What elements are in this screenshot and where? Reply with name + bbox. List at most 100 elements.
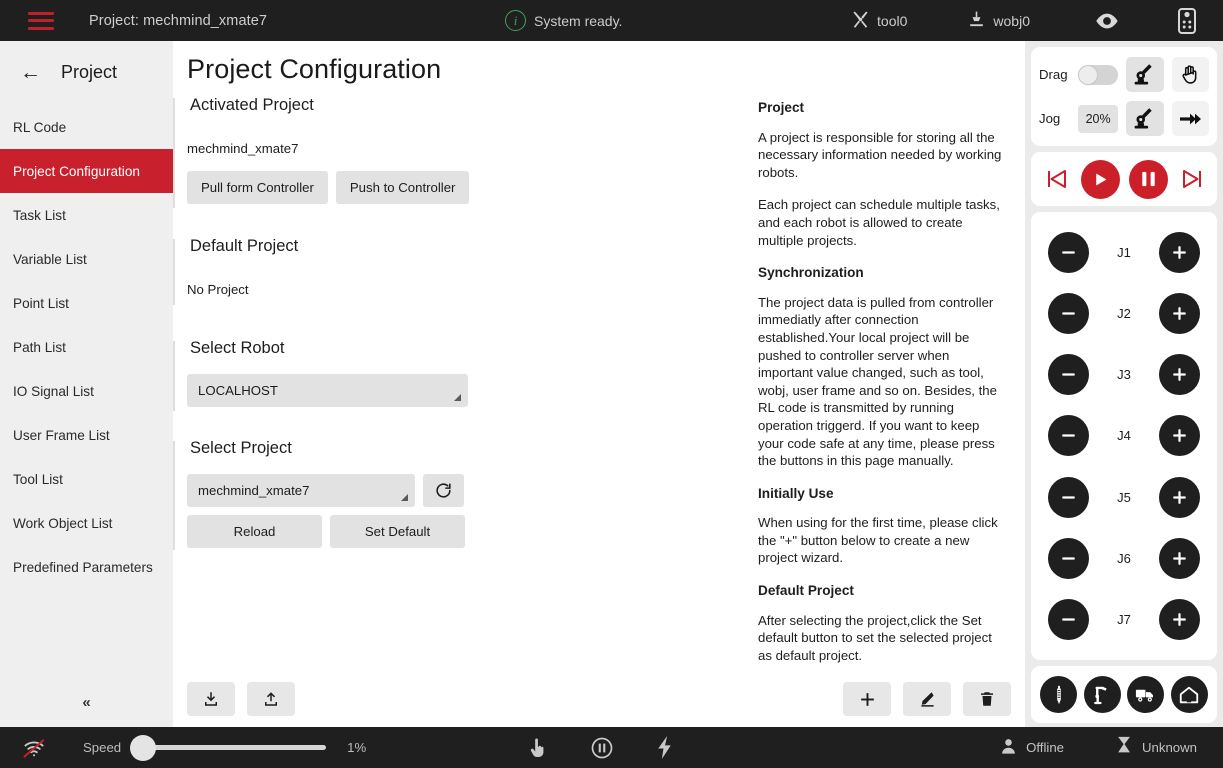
sidebar-item-variable-list[interactable]: Variable List <box>0 237 173 281</box>
teach-pendant-icon[interactable] <box>1178 7 1196 34</box>
footer-left-actions <box>187 682 295 716</box>
app-root: Project: mechmind_xmate7 i System ready.… <box>0 0 1223 768</box>
lightning-power-icon[interactable] <box>656 735 673 760</box>
sidebar-item-label: Project Configuration <box>13 163 140 179</box>
joint-j1-minus-button[interactable] <box>1048 232 1089 274</box>
hamburger-menu-icon[interactable] <box>28 11 54 30</box>
info-circle-icon: i <box>505 10 526 31</box>
arrow-left-icon[interactable]: ← <box>20 62 41 83</box>
joint-j4-plus-button[interactable] <box>1159 415 1200 457</box>
jog-row: Jog 20% <box>1039 101 1209 136</box>
sidebar-item-path-list[interactable]: Path List <box>0 325 173 369</box>
truck-transport-icon[interactable] <box>1127 676 1165 713</box>
pull-from-controller-button[interactable]: Pull form Controller <box>187 171 328 204</box>
joint-j4-minus-button[interactable] <box>1048 415 1089 457</box>
set-default-button[interactable]: Set Default <box>330 515 465 548</box>
sidebar-item-predefined-parameters[interactable]: Predefined Parameters <box>0 545 173 589</box>
eye-icon[interactable] <box>1094 11 1120 31</box>
help-paragraph: After selecting the project,click the Se… <box>758 612 992 663</box>
user-status[interactable]: Offline <box>1000 737 1064 758</box>
footer-right-actions <box>843 682 1011 716</box>
help-section-default-project: Default Project After selecting the proj… <box>758 582 1006 664</box>
pause-icon[interactable] <box>1128 159 1168 199</box>
joint-j3-minus-button[interactable] <box>1048 354 1089 396</box>
skip-previous-icon[interactable] <box>1044 165 1072 193</box>
robot-status-icon <box>1116 736 1133 759</box>
sidebar-item-work-object-list[interactable]: Work Object List <box>0 501 173 545</box>
joint-j5-minus-button[interactable] <box>1048 476 1089 518</box>
pause-circle-icon[interactable] <box>590 736 614 760</box>
speed-slider[interactable] <box>130 734 327 761</box>
sidebar-item-rl-code[interactable]: RL Code <box>0 105 173 149</box>
select-project-value: mechmind_xmate7 <box>198 483 310 498</box>
drag-jog-card: Drag Jog 20% <box>1031 47 1217 146</box>
skip-next-icon[interactable] <box>1177 165 1205 193</box>
speed-label: Speed <box>83 740 122 755</box>
speed-slider-thumb[interactable] <box>130 734 157 761</box>
default-project-title: Default Project <box>190 237 299 255</box>
sidebar-item-project-configuration[interactable]: Project Configuration <box>0 149 173 193</box>
select-project-dropdown[interactable]: mechmind_xmate7 <box>187 474 415 507</box>
joint-j6-minus-button[interactable] <box>1048 537 1089 579</box>
tool-wrench-icon <box>851 10 870 32</box>
reload-button[interactable]: Reload <box>187 515 322 548</box>
joint-j1-plus-button[interactable] <box>1159 232 1200 274</box>
default-project-group: Default Project No Project <box>173 237 643 307</box>
joint-j7-minus-button[interactable] <box>1048 598 1089 640</box>
play-icon[interactable] <box>1080 159 1120 199</box>
sidebar-item-user-frame-list[interactable]: User Frame List <box>0 413 173 457</box>
plus-icon[interactable] <box>843 682 891 716</box>
body-row: ← Project RL Code Project Configuration … <box>0 41 1223 727</box>
sidebar-item-task-list[interactable]: Task List <box>0 193 173 237</box>
joint-j3-plus-button[interactable] <box>1159 354 1200 396</box>
select-robot-dropdown[interactable]: LOCALHOST <box>187 374 468 407</box>
wifi-off-icon[interactable] <box>22 737 47 759</box>
sidebar-item-io-signal-list[interactable]: IO Signal List <box>0 369 173 413</box>
pencil-edit-icon[interactable] <box>903 682 951 716</box>
jog-percent-value[interactable]: 20% <box>1078 104 1119 133</box>
refresh-icon[interactable] <box>423 474 464 507</box>
sidebar-item-label: RL Code <box>13 119 67 135</box>
joint-j2-plus-button[interactable] <box>1159 293 1200 335</box>
tool-pen-icon[interactable] <box>1040 676 1078 713</box>
fast-forward-arrow-icon[interactable] <box>1171 101 1209 136</box>
drag-toggle[interactable] <box>1078 64 1119 85</box>
tool-selector[interactable]: tool0 <box>851 10 907 32</box>
joint-j7-plus-button[interactable] <box>1159 598 1200 640</box>
help-paragraph: When using for the first time, please cl… <box>758 515 998 566</box>
robot-arm-icon[interactable] <box>1083 676 1121 713</box>
main-footer-toolbar <box>173 671 1025 727</box>
help-heading: Default Project <box>758 583 854 599</box>
tool-label: tool0 <box>877 12 908 29</box>
push-to-controller-button[interactable]: Push to Controller <box>335 171 470 204</box>
robot-status[interactable]: Unknown <box>1116 736 1197 759</box>
sidebar-item-point-list[interactable]: Point List <box>0 281 173 325</box>
work-object-label: wobj0 <box>993 12 1030 29</box>
config-forms: Activated Project mechmind_xmate7 Pull f… <box>173 96 643 552</box>
activated-project-value: mechmind_xmate7 <box>187 141 299 156</box>
sidebar-item-label: Predefined Parameters <box>13 559 153 575</box>
sidebar-item-label: Variable List <box>13 251 87 267</box>
drag-robot-arm-icon[interactable] <box>1126 57 1164 92</box>
joint-j6-plus-button[interactable] <box>1159 537 1200 579</box>
trash-delete-icon[interactable] <box>963 682 1011 716</box>
sidebar-item-label: Work Object List <box>13 515 113 531</box>
joint-row: J7 <box>1031 598 1217 640</box>
jog-label: Jog <box>1039 111 1061 126</box>
joint-j2-minus-button[interactable] <box>1048 293 1089 335</box>
select-robot-group: Select Robot LOCALHOST <box>173 339 643 413</box>
joint-label: J3 <box>1117 367 1131 383</box>
joint-j5-plus-button[interactable] <box>1159 476 1200 518</box>
sidebar-item-tool-list[interactable]: Tool List <box>0 457 173 501</box>
download-import-icon[interactable] <box>187 682 235 716</box>
upload-export-icon[interactable] <box>247 682 295 716</box>
hand-drag-icon[interactable] <box>1171 57 1209 92</box>
sidebar-item-label: Task List <box>13 207 66 223</box>
help-panel: Project A project is responsible for sto… <box>758 99 1006 679</box>
double-chevron-left-icon[interactable]: « <box>0 694 173 711</box>
work-object-selector[interactable]: wobj0 <box>967 10 1030 32</box>
hand-pointer-icon[interactable] <box>526 736 548 760</box>
jog-robot-arm-icon[interactable] <box>1126 101 1164 136</box>
home-icon[interactable] <box>1170 676 1208 713</box>
help-section-project: Project A project is responsible for sto… <box>758 99 1006 249</box>
